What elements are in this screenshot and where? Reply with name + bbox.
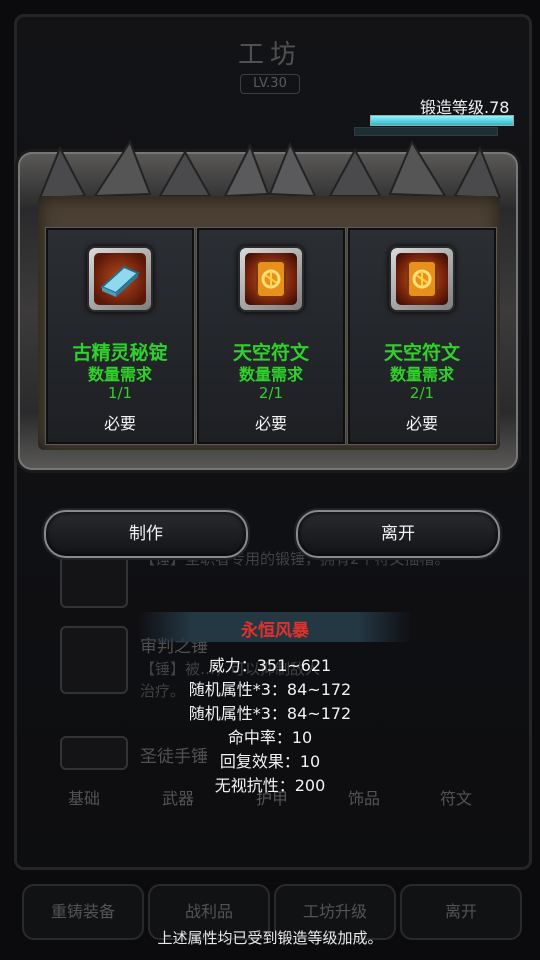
material-slot[interactable]: 天空符文 数量需求 2/1 必要 <box>347 227 497 445</box>
material-slot[interactable]: 天空符文 数量需求 2/1 必要 <box>196 227 346 445</box>
silver-ingot-icon <box>87 246 153 312</box>
material-slot[interactable]: 古精灵秘锭 数量需求 1/1 必要 <box>45 227 195 445</box>
requirement-label: 数量需求 <box>238 365 303 384</box>
forging-level-bar <box>370 115 514 126</box>
stat-power: 威力：351~621 <box>208 656 332 675</box>
required-tag: 必要 <box>254 414 287 433</box>
stat-random-1: 随机属性*3：84~172 <box>188 680 352 699</box>
hammer-icon <box>60 626 128 694</box>
forging-level-fill <box>371 116 513 125</box>
sky-rune-icon <box>238 246 304 312</box>
workshop-level-badge: LV.30 <box>240 74 300 94</box>
requirement-count: 2/1 <box>258 384 284 402</box>
craft-button[interactable]: 制作 <box>44 510 248 558</box>
requirement-count: 1/1 <box>107 384 133 402</box>
ornate-spikes-decoration <box>38 139 502 198</box>
workshop-title: 工坊 <box>237 40 302 70</box>
stat-ignore-resist: 无视抗性：200 <box>214 776 326 795</box>
tooltip-header: 永恒风暴 <box>138 612 412 642</box>
leave-button[interactable]: 离开 <box>296 510 500 558</box>
requirement-label: 数量需求 <box>87 365 152 384</box>
requirement-count: 2/1 <box>409 384 435 402</box>
item-title: 永恒风暴 <box>241 621 309 641</box>
tab-rune[interactable]: 符文 <box>410 772 502 826</box>
required-tag: 必要 <box>103 414 136 433</box>
footnote-text: 上述属性均已受到锻造等级加成。 <box>157 929 383 947</box>
required-tag: 必要 <box>405 414 438 433</box>
stat-accuracy: 命中率：10 <box>227 728 313 747</box>
hammer-icon <box>60 736 128 770</box>
requirement-label: 数量需求 <box>389 365 454 384</box>
tab-basic[interactable]: 基础 <box>38 772 130 826</box>
secondary-bar <box>354 127 498 136</box>
stat-random-2: 随机属性*3：84~172 <box>188 704 352 723</box>
stat-recovery: 回复效果：10 <box>219 752 321 771</box>
sky-rune-icon <box>389 246 455 312</box>
